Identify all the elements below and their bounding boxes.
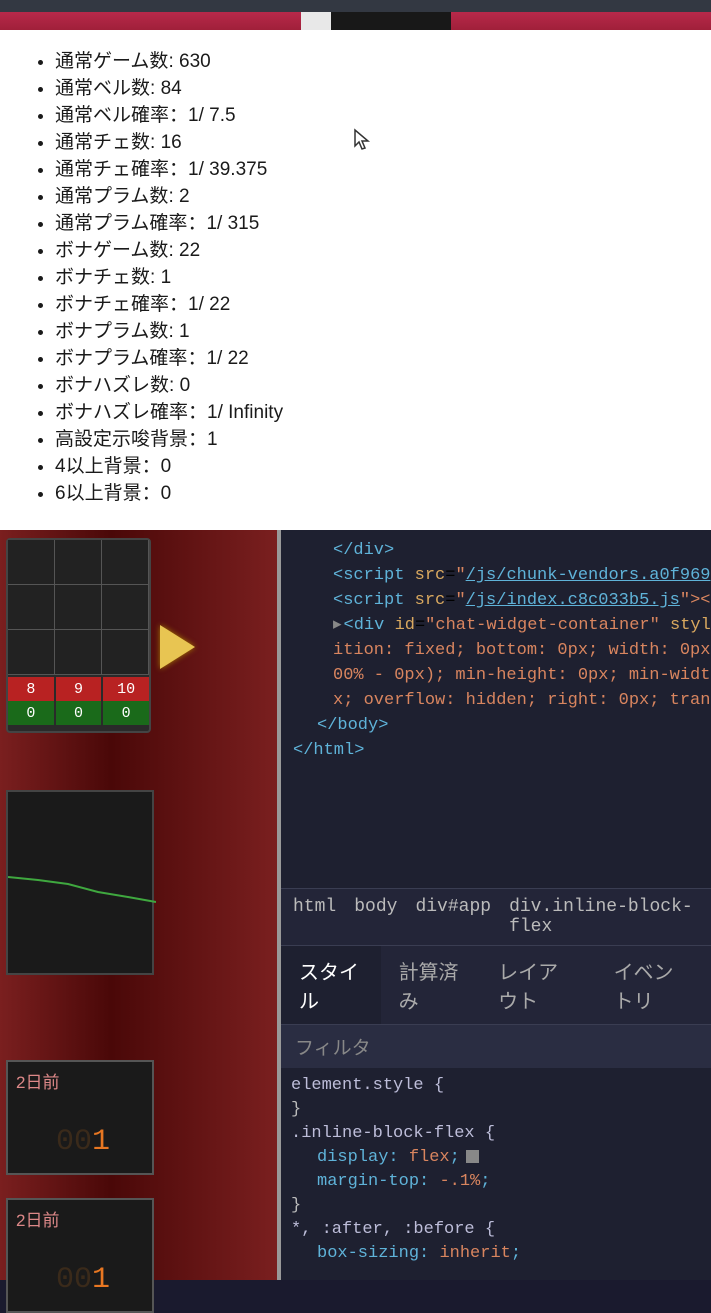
css-selector[interactable]: *, :after, :before { <box>291 1220 495 1239</box>
window-title-bar <box>0 12 711 30</box>
styles-filter-input[interactable]: フィルタ <box>281 1024 711 1068</box>
breadcrumb-item[interactable]: body <box>354 897 397 937</box>
css-brace: } <box>291 1196 301 1215</box>
history-graph[interactable] <box>6 790 154 975</box>
history-time: 2日前 <box>8 1062 152 1099</box>
history-card[interactable]: 2日前 001 <box>6 1060 154 1175</box>
breadcrumb-item[interactable]: html <box>293 897 336 937</box>
stat-item: ボナハズレ数: 0 <box>55 372 691 399</box>
dom-node[interactable]: </div> <box>333 541 394 560</box>
stat-item: 高設定示唆背景：1 <box>55 426 691 453</box>
counter-green: 0 <box>56 701 102 725</box>
tab-styles[interactable]: スタイル <box>281 946 381 1024</box>
stat-item: ボナチェ数: 1 <box>55 264 691 291</box>
browser-tab[interactable] <box>301 12 331 30</box>
stat-item: 通常ベル確率：1/ 7.5 <box>55 102 691 129</box>
devtools-panel: </div> <script src="/js/chunk-vendors.a0… <box>281 530 711 1280</box>
stat-item: 通常プラム確率：1/ 315 <box>55 210 691 237</box>
history-value: 001 <box>56 1263 110 1297</box>
breadcrumb-item[interactable]: div.inline-block-flex <box>509 897 699 937</box>
dom-link[interactable]: /js/chunk-vendors.a0f969 <box>466 566 711 585</box>
breadcrumb-item[interactable]: div#app <box>415 897 491 937</box>
window-controls[interactable] <box>331 12 451 30</box>
expand-caret-icon[interactable]: ▸ <box>333 616 342 635</box>
stat-item: ボナプラム確率：1/ 22 <box>55 345 691 372</box>
counter-red: 9 <box>56 677 102 701</box>
dom-link[interactable]: /js/index.c8c033b5.js <box>466 591 680 610</box>
css-selector[interactable]: .inline-block-flex { <box>291 1124 495 1143</box>
dom-text: x; overflow: hidden; right: 0px; trans <box>333 691 711 710</box>
stat-item: 通常プラム数: 2 <box>55 183 691 210</box>
stat-item: 通常チェ確率：1/ 39.375 <box>55 156 691 183</box>
dom-node[interactable]: </body> <box>317 716 388 735</box>
counter-green: 0 <box>8 701 54 725</box>
window-top-bar <box>0 0 711 12</box>
css-selector[interactable]: element.style { <box>291 1076 444 1095</box>
dom-text: 00% - 0px); min-height: 0px; min-width <box>333 666 711 685</box>
stat-item: ボナゲーム数: 22 <box>55 237 691 264</box>
stat-item: 4以上背景：0 <box>55 453 691 480</box>
tab-layout[interactable]: レイアウト <box>480 946 595 1024</box>
flex-swatch-icon[interactable] <box>466 1150 479 1163</box>
tab-computed[interactable]: 計算済み <box>381 946 481 1024</box>
css-rules[interactable]: element.style { } .inline-block-flex { d… <box>281 1068 711 1280</box>
tab-events[interactable]: イベントリ <box>596 946 711 1024</box>
slot-machine-display[interactable]: 8 9 10 0 0 0 <box>6 538 151 733</box>
stat-item: 6以上背景：0 <box>55 480 691 507</box>
stat-item: ボナハズレ確率：1/ Infinity <box>55 399 691 426</box>
dom-breadcrumb: html body div#app div.inline-block-flex <box>281 888 711 945</box>
stat-item: ボナプラム数: 1 <box>55 318 691 345</box>
play-arrow-icon[interactable] <box>160 625 195 669</box>
dom-tree[interactable]: </div> <script src="/js/chunk-vendors.a0… <box>281 530 711 888</box>
stat-item: 通常ベル数: 84 <box>55 75 691 102</box>
stat-item: 通常チェ数: 16 <box>55 129 691 156</box>
history-card[interactable]: 2日前 001 <box>6 1198 154 1313</box>
counter-red: 10 <box>103 677 149 701</box>
history-value: 001 <box>56 1125 110 1159</box>
stats-list: 通常ゲーム数: 630 通常ベル数: 84 通常ベル確率：1/ 7.5 通常チェ… <box>55 48 691 507</box>
dom-text: ition: fixed; bottom: 0px; width: 0px; <box>333 641 711 660</box>
game-panel: 8 9 10 0 0 0 2日前 001 2日前 001 <box>0 530 281 1280</box>
stats-panel: 通常ゲーム数: 630 通常ベル数: 84 通常ベル確率：1/ 7.5 通常チェ… <box>0 30 711 530</box>
history-time: 2日前 <box>8 1200 152 1237</box>
counter-red: 8 <box>8 677 54 701</box>
styles-tabs: スタイル 計算済み レイアウト イベントリ <box>281 945 711 1024</box>
stat-item: ボナチェ確率：1/ 22 <box>55 291 691 318</box>
css-brace: } <box>291 1100 301 1119</box>
counter-green: 0 <box>103 701 149 725</box>
stat-item: 通常ゲーム数: 630 <box>55 48 691 75</box>
dom-node[interactable]: </html> <box>293 741 364 760</box>
